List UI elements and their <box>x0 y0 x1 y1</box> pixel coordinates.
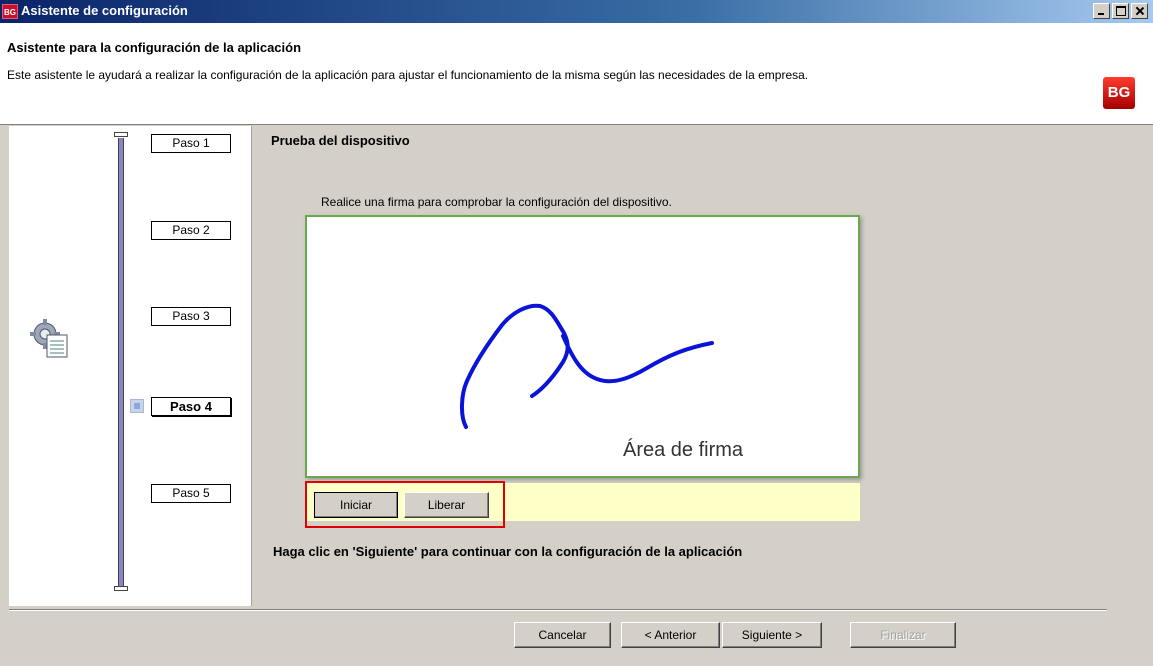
footer-separator <box>9 609 1107 611</box>
next-button[interactable]: Siguiente > <box>722 622 822 648</box>
close-button[interactable] <box>1131 3 1148 19</box>
maximize-button[interactable] <box>1112 3 1129 19</box>
minimize-button[interactable] <box>1093 3 1110 19</box>
track-top-cap <box>114 132 128 137</box>
signature-instruction: Realice una firma para comprobar la conf… <box>321 195 672 209</box>
header-title: Asistente para la configuración de la ap… <box>7 40 302 55</box>
steps-panel: Paso 1 Paso 2 Paso 3 Paso 4 Paso 5 <box>9 126 252 606</box>
title-bar: BG Asistente de configuración <box>0 0 1153 23</box>
current-step-marker <box>130 399 144 413</box>
window-controls <box>1093 3 1148 19</box>
step-1: Paso 1 <box>151 134 231 153</box>
track-line <box>118 138 124 588</box>
continue-instruction: Haga clic en 'Siguiente' para continuar … <box>273 544 743 559</box>
signature-stroke <box>460 303 714 429</box>
step-2: Paso 2 <box>151 221 231 240</box>
wizard-header: Asistente para la configuración de la ap… <box>0 23 1153 125</box>
window-title: Asistente de configuración <box>21 3 188 18</box>
track-bottom-cap <box>114 586 128 591</box>
signature-area-label: Área de firma <box>623 439 744 461</box>
finish-button[interactable]: Finalizar <box>850 622 956 648</box>
step-3: Paso 3 <box>151 307 231 326</box>
step-4-current: Paso 4 <box>151 397 231 416</box>
cancel-button[interactable]: Cancelar <box>514 622 611 648</box>
wizard-gear-icon <box>30 319 68 358</box>
progress-track <box>114 132 128 594</box>
back-button[interactable]: < Anterior <box>621 622 720 648</box>
release-button[interactable]: Liberar <box>404 492 489 518</box>
header-description: Este asistente le ayudará a realizar la … <box>7 68 809 82</box>
signature-area[interactable]: Área de firma <box>305 215 860 478</box>
section-title: Prueba del dispositivo <box>271 133 410 148</box>
brand-logo: BG <box>1103 77 1135 109</box>
app-icon: BG <box>2 4 18 19</box>
step-5: Paso 5 <box>151 484 231 503</box>
start-button[interactable]: Iniciar <box>314 492 398 518</box>
